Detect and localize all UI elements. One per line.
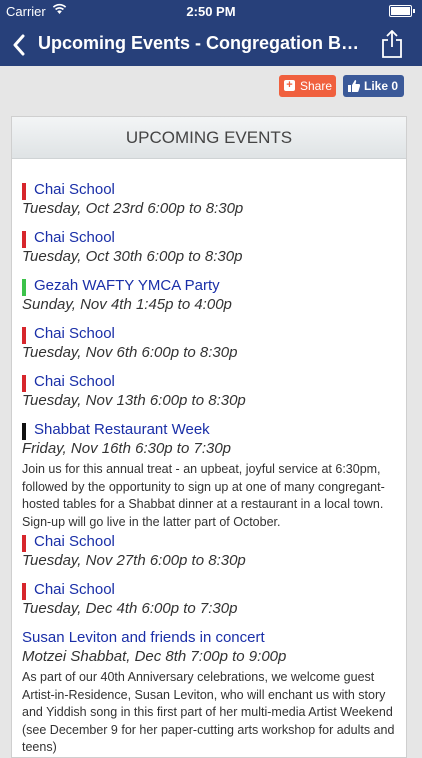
event-date: Tuesday, Nov 13th 6:00p to 8:30p	[22, 392, 246, 409]
event-description: As part of our 40th Anniversary celebrat…	[22, 670, 395, 754]
page-title: Upcoming Events - Congregation Bnai...	[38, 33, 366, 53]
event-description: Join us for this annual treat - an upbea…	[22, 462, 385, 529]
event-title[interactable]: Susan Leviton and friends in concert	[22, 629, 265, 646]
like-button[interactable]: Like 0	[343, 75, 404, 97]
category-bar	[22, 327, 26, 344]
event-date: Tuesday, Nov 27th 6:00p to 8:30p	[22, 552, 246, 569]
event-title[interactable]: Chai School	[34, 533, 115, 550]
like-label: Like	[364, 79, 389, 93]
like-count: 0	[391, 79, 399, 93]
battery-icon	[389, 5, 415, 17]
category-bar	[22, 583, 26, 600]
event-title[interactable]: Chai School	[34, 181, 115, 198]
nav-bar: Upcoming Events - Congregation Bnai...	[0, 22, 422, 66]
back-chevron-icon[interactable]	[11, 34, 27, 56]
event-date: Tuesday, Oct 23rd 6:00p to 8:30p	[22, 200, 244, 217]
plus-icon: +	[284, 80, 295, 91]
event-date: Tuesday, Oct 30th 6:00p to 8:30p	[22, 248, 243, 265]
event-title[interactable]: Gezah WAFTY YMCA Party	[34, 277, 220, 294]
event-date: Tuesday, Nov 6th 6:00p to 8:30p	[22, 344, 238, 361]
thumbs-up-icon	[348, 80, 360, 92]
category-bar	[22, 231, 26, 248]
events-panel: UPCOMING EVENTS Chai School Tuesday, Oct…	[11, 116, 407, 758]
category-bar	[22, 279, 26, 296]
event-title[interactable]: Chai School	[34, 581, 115, 598]
event-date: Motzei Shabbat, Dec 8th 7:00p to 9:00p	[22, 648, 287, 665]
share-button[interactable]: + Share	[279, 75, 336, 97]
share-icon[interactable]	[381, 30, 403, 58]
event-date: Sunday, Nov 4th 1:45p to 4:00p	[22, 296, 232, 313]
clock: 2:50 PM	[186, 4, 236, 19]
category-bar	[22, 375, 26, 392]
category-bar	[22, 183, 26, 200]
event-title[interactable]: Chai School	[34, 325, 115, 342]
event-title[interactable]: Chai School	[34, 373, 115, 390]
category-bar	[22, 423, 26, 440]
share-label: Share	[300, 79, 333, 93]
status-bar: Carrier 2:50 PM	[0, 0, 422, 22]
event-date: Friday, Nov 16th 6:30p to 7:30p	[22, 440, 232, 457]
event-title[interactable]: Shabbat Restaurant Week	[34, 421, 210, 438]
panel-header: UPCOMING EVENTS	[12, 117, 406, 159]
category-bar	[22, 535, 26, 552]
event-date: Tuesday, Dec 4th 6:00p to 7:30p	[22, 600, 238, 617]
event-title[interactable]: Chai School	[34, 229, 115, 246]
